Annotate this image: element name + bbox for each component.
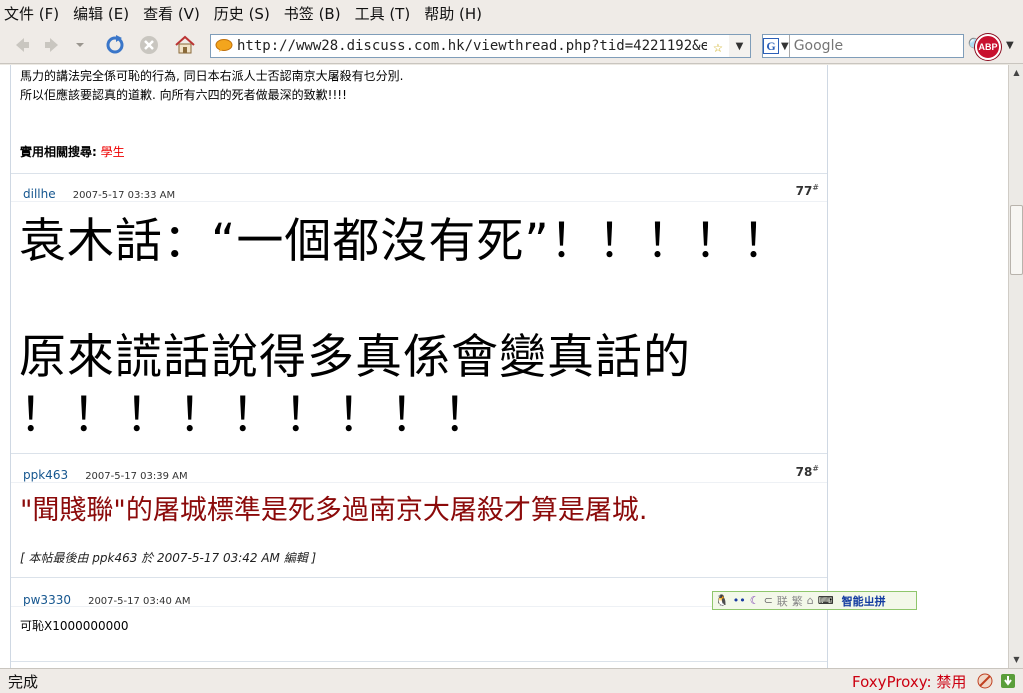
keyboard-icon[interactable]: ⌨ (816, 594, 836, 607)
penguin-icon[interactable]: 🐧 (713, 594, 731, 607)
post-text-line: 馬力的講法完全係可恥的行為, 同日本右派人士否認南京大屠殺有乜分別. (20, 69, 404, 83)
ime-item-fan[interactable]: 繁 (790, 593, 805, 609)
forward-button[interactable] (40, 32, 66, 58)
adblock-dropdown-icon[interactable]: ▼ (1006, 40, 1014, 51)
related-search: 實用相關搜尋: 學生 (20, 143, 125, 160)
foxyproxy-status[interactable]: FoxyProxy: 禁用 (852, 671, 966, 692)
chevron-down-icon (76, 43, 84, 47)
post-77-line1: 袁木話：“一個都沒有死”！！！！！ (19, 214, 790, 269)
post-edit-note: [ 本帖最後由 ppk463 於 2007-5-17 03:42 AM 編輯 ] (20, 551, 317, 565)
reload-button[interactable] (102, 32, 128, 58)
forward-arrow-icon (45, 38, 58, 52)
stop-icon (140, 36, 158, 54)
menu-tools[interactable]: 工具 (T) (355, 3, 411, 24)
bookmark-star-icon[interactable]: ☆ (707, 37, 729, 56)
related-search-link[interactable]: 學生 (101, 145, 125, 159)
vertical-scrollbar[interactable]: ▲ ▼ (1008, 65, 1023, 668)
search-box: G ▼ 🔍 (762, 34, 985, 58)
chevron-down-icon: ▼ (735, 40, 744, 52)
url-text: http://www28.discuss.com.hk/viewthread.p… (237, 38, 707, 54)
post-divider (11, 453, 827, 454)
post-78-text: "聞賤聯"的屠城標準是死多過南京大屠殺才算是屠城. (20, 495, 648, 526)
menu-view[interactable]: 查看 (V) (143, 3, 200, 24)
post-author[interactable]: pw3330 (23, 593, 71, 607)
status-text: 完成 (8, 672, 39, 691)
hash-icon: # (812, 464, 819, 473)
post-date: 2007-5-17 03:33 AM (72, 190, 176, 201)
post-77-header: dillhe 2007-5-17 03:33 AM (23, 183, 175, 202)
post-floor-number[interactable]: 77# (796, 183, 819, 198)
download-icon[interactable] (1000, 673, 1016, 689)
floor-value: 78 (795, 465, 813, 479)
post-header-divider (11, 201, 827, 202)
post-text-line: 所以佢應該要認真的道歉. 向所有六四的死者做最深的致歉!!!! (20, 88, 347, 102)
post-header-divider (11, 482, 827, 483)
google-icon: G (763, 38, 779, 54)
url-dropdown-button[interactable]: ▼ (729, 34, 751, 58)
adblock-plus-button[interactable]: ABP (975, 34, 1001, 60)
post-date: 2007-5-17 03:39 AM (85, 471, 188, 482)
moon-icon[interactable]: ☾ (748, 594, 762, 607)
post-divider (11, 661, 827, 662)
url-bar[interactable]: http://www28.discuss.com.hk/viewthread.p… (210, 34, 730, 58)
scroll-down-icon[interactable]: ▼ (1011, 654, 1022, 665)
post-78-header: ppk463 2007-5-17 03:39 AM (23, 464, 188, 483)
search-engine-selector[interactable]: G ▼ (763, 35, 790, 57)
post-79-text: 可恥X1000000000 (20, 619, 129, 633)
post-divider (11, 173, 827, 174)
post-author[interactable]: dillhe (23, 187, 56, 201)
menu-bookmarks[interactable]: 书签 (B) (284, 3, 341, 24)
post-77-line3: ！！！！！！！！！ (19, 388, 496, 443)
no-script-icon[interactable] (977, 673, 993, 689)
dots-icon[interactable]: •• (731, 594, 748, 607)
post-author[interactable]: ppk463 (23, 468, 68, 482)
related-search-label: 實用相關搜尋: (20, 145, 97, 159)
post-76-content: 馬力的講法完全係可恥的行為, 同日本右派人士否認南京大屠殺有乜分別. 所以佢應該… (20, 67, 403, 105)
menu-edit[interactable]: 编辑 (E) (73, 3, 129, 24)
ime-item-lian[interactable]: 联 (775, 593, 790, 609)
page-viewport: 馬力的講法完全係可恥的行為, 同日本右派人士否認南京大屠殺有乜分別. 所以佢應該… (0, 65, 1008, 668)
post-77-line2: 原來謊話說得多真係會變真話的 (19, 330, 691, 385)
menu-help[interactable]: 帮助 (H) (424, 3, 482, 24)
status-bar: 完成 FoxyProxy: 禁用 (0, 668, 1023, 693)
ime-mode-label[interactable]: 智能ㄓ拼 (840, 593, 888, 609)
reload-icon (106, 35, 124, 54)
input-method-bar: 🐧 •• ☾ ⊂ 联 繁 ⌂ ⌨ 智能ㄓ拼 (712, 591, 917, 610)
menubar: 文件 (F) 编辑 (E) 查看 (V) 历史 (S) 书签 (B) 工具 (T… (0, 0, 1023, 26)
half-width-icon[interactable]: ⊂ (762, 594, 775, 607)
scroll-up-icon[interactable]: ▲ (1011, 67, 1022, 78)
stop-button[interactable] (136, 32, 162, 58)
home-icon (175, 35, 195, 54)
back-arrow-icon (16, 38, 29, 52)
scrollbar-thumb[interactable] (1010, 205, 1023, 275)
floor-value: 77 (795, 184, 813, 198)
post-divider (11, 577, 827, 578)
history-dropdown[interactable] (72, 32, 88, 58)
home-button[interactable] (172, 32, 198, 58)
site-favicon-icon (215, 39, 233, 52)
post-floor-number[interactable]: 78# (796, 464, 819, 479)
menu-file[interactable]: 文件 (F) (4, 3, 59, 24)
lock-icon[interactable]: ⌂ (805, 594, 816, 607)
search-input[interactable] (789, 38, 968, 54)
back-button[interactable] (8, 32, 34, 58)
post-header-divider (11, 606, 827, 607)
hash-icon: # (812, 183, 819, 192)
menu-history[interactable]: 历史 (S) (214, 3, 270, 24)
thread-column: 馬力的講法完全係可恥的行為, 同日本右派人士否認南京大屠殺有乜分別. 所以佢應該… (10, 65, 828, 668)
chevron-down-icon: ▼ (781, 40, 789, 52)
